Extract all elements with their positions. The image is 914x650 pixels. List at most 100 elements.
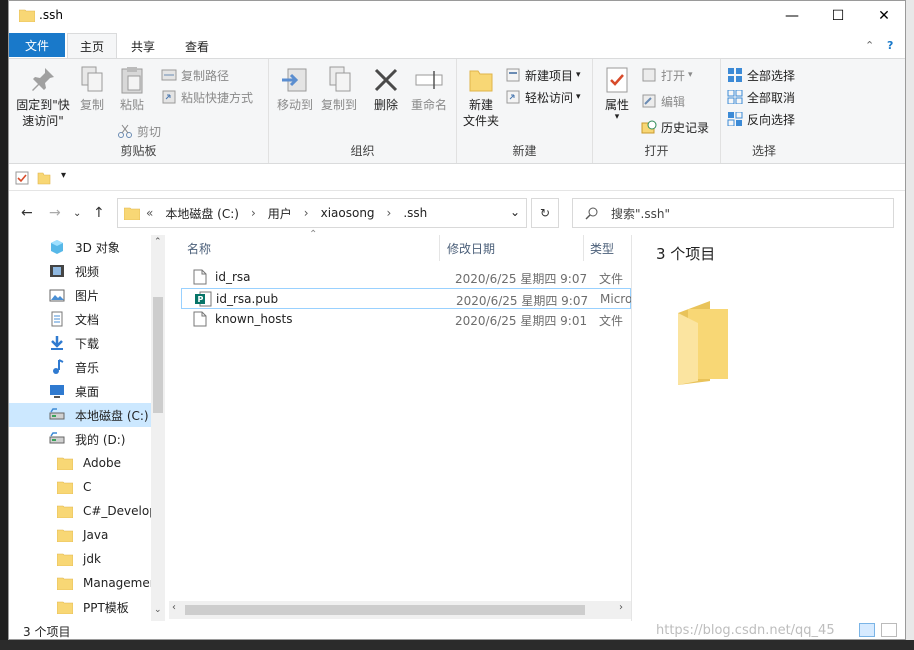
breadcrumb-ssh[interactable]: .ssh xyxy=(403,206,427,220)
help-icon[interactable]: ? xyxy=(887,39,893,52)
select-group-label: 选择 xyxy=(751,144,776,158)
nav-item-0[interactable]: 3D 对象 xyxy=(9,235,151,259)
column-header-modified[interactable]: 修改日期 xyxy=(447,235,495,261)
open-button[interactable]: 打开 ▾ xyxy=(641,65,693,85)
details-pane: 3 个项目 xyxy=(631,235,905,621)
ribbon: 固定到"快 速访问" 复制 粘贴 复制路径 粘贴快捷方式 剪切 剪贴板 移动到 … xyxy=(9,58,905,164)
address-bar[interactable]: « 本地磁盘 (C:) › 用户 › xiaosong › .ssh ⌄ xyxy=(117,198,527,228)
column-header-type[interactable]: 类型 xyxy=(590,235,614,261)
desktop-icon xyxy=(49,383,70,399)
scroll-left-icon[interactable]: ‹ xyxy=(172,602,176,613)
recent-locations-icon[interactable]: ⌄ xyxy=(73,208,81,219)
search-box[interactable]: 搜索".ssh" xyxy=(572,198,894,228)
nav-item-label: PPT模板 xyxy=(83,600,129,615)
file-row[interactable]: known_hosts 2020/6/25 星期四 9:01 文件 xyxy=(181,309,631,330)
select-none-button[interactable]: 全部取消 xyxy=(727,87,795,107)
nav-item-11[interactable]: C#_Develop xyxy=(9,499,151,523)
new-folder-button[interactable]: 新建 文件夹 xyxy=(463,65,499,129)
nav-item-5[interactable]: 音乐 xyxy=(9,355,151,379)
nav-item-10[interactable]: C xyxy=(9,475,151,499)
breadcrumb-users[interactable]: 用户 xyxy=(268,205,292,222)
nav-item-9[interactable]: Adobe xyxy=(9,451,151,475)
select-none-icon xyxy=(727,90,743,104)
nav-item-3[interactable]: 文档 xyxy=(9,307,151,331)
tab-share[interactable]: 共享 xyxy=(119,33,167,59)
collapse-ribbon-icon[interactable]: ⌃ xyxy=(865,39,874,52)
3d-objects-icon xyxy=(49,239,70,255)
file-name: id_rsa.pub xyxy=(216,292,279,306)
edit-button[interactable]: 编辑 xyxy=(641,91,685,111)
watermark: https://blog.csdn.net/qq_45 xyxy=(656,623,835,638)
paste-shortcut-button[interactable]: 粘贴快捷方式 xyxy=(161,87,253,107)
nav-scrollbar[interactable]: ⌃ ⌄ xyxy=(151,235,165,621)
refresh-button[interactable]: ↻ xyxy=(531,198,559,228)
column-divider[interactable] xyxy=(439,235,440,261)
nav-item-label: 本地磁盘 (C:) xyxy=(75,408,149,423)
tab-file[interactable]: 文件 xyxy=(9,33,65,57)
back-arrow-icon[interactable]: ← xyxy=(21,205,33,221)
breadcrumb-separator[interactable]: › xyxy=(251,206,256,220)
new-folder-icon[interactable] xyxy=(37,171,51,185)
maximize-button[interactable]: ☐ xyxy=(815,1,861,31)
scroll-up-icon[interactable]: ⌃ xyxy=(154,237,162,247)
details-view-icon[interactable] xyxy=(859,623,875,637)
move-to-button[interactable]: 移动到 xyxy=(275,65,315,113)
breadcrumb-user[interactable]: xiaosong xyxy=(321,206,375,220)
file-modified: 2020/6/25 星期四 9:07 xyxy=(455,272,588,286)
breadcrumb-drive[interactable]: 本地磁盘 (C:) xyxy=(165,205,239,222)
file-row[interactable]: Pid_rsa.pub 2020/6/25 星期四 9:07 Micros xyxy=(181,288,639,309)
tab-home[interactable]: 主页 xyxy=(67,33,118,59)
dropdown-arrow-icon: ▾ xyxy=(576,92,581,102)
large-icons-view-icon[interactable] xyxy=(881,623,897,637)
nav-item-4[interactable]: 下载 xyxy=(9,331,151,355)
nav-scrollbar-thumb[interactable] xyxy=(153,297,163,413)
folder-icon xyxy=(57,528,78,542)
chevron-down-icon[interactable]: ⌄ xyxy=(510,205,520,219)
nav-item-7[interactable]: 本地磁盘 (C:) xyxy=(9,403,151,427)
copy-button[interactable]: 复制 xyxy=(75,65,109,113)
column-header-name[interactable]: 名称 xyxy=(187,235,211,261)
rename-button[interactable]: 重命名 xyxy=(409,65,449,113)
title-bar[interactable]: .ssh — ☐ ✕ xyxy=(9,1,905,31)
copy-to-button[interactable]: 复制到 xyxy=(319,65,359,113)
nav-item-2[interactable]: 图片 xyxy=(9,283,151,307)
paste-button[interactable]: 粘贴 xyxy=(115,65,149,113)
history-button[interactable]: 历史记录 xyxy=(641,117,709,137)
nav-item-6[interactable]: 桌面 xyxy=(9,379,151,403)
invert-selection-button[interactable]: 反向选择 xyxy=(727,109,795,129)
history-icon xyxy=(641,120,657,134)
select-all-button[interactable]: 全部选择 xyxy=(727,65,795,85)
overflow-chevron-icon[interactable]: « xyxy=(146,206,153,220)
clipboard-group-label: 剪贴板 xyxy=(120,144,157,158)
scroll-down-icon[interactable]: ⌄ xyxy=(154,605,162,615)
forward-arrow-icon[interactable]: → xyxy=(49,205,61,221)
copy-path-button[interactable]: 复制路径 xyxy=(161,65,229,85)
minimize-button[interactable]: — xyxy=(769,1,815,31)
delete-icon xyxy=(374,68,398,92)
breadcrumb-separator[interactable]: › xyxy=(387,206,392,220)
properties-button[interactable]: 属性 ▾ xyxy=(599,65,635,122)
file-list-scrollbar[interactable]: ‹ › xyxy=(169,601,631,619)
new-item-button[interactable]: 新建项目 ▾ xyxy=(505,65,581,85)
nav-item-13[interactable]: jdk xyxy=(9,547,151,571)
easy-access-button[interactable]: 轻松访问 ▾ xyxy=(505,87,581,107)
pin-quick-access-button[interactable]: 固定到"快 速访问" xyxy=(15,65,71,129)
cut-button[interactable]: 剪切 xyxy=(117,121,161,141)
nav-item-14[interactable]: Managemer xyxy=(9,571,151,595)
file-row[interactable]: id_rsa 2020/6/25 星期四 9:07 文件 xyxy=(181,267,631,288)
nav-item-1[interactable]: 视频 xyxy=(9,259,151,283)
scroll-right-icon[interactable]: › xyxy=(619,602,623,613)
column-divider[interactable] xyxy=(583,235,584,261)
customize-toolbar-icon[interactable]: ▾ xyxy=(61,170,66,181)
up-arrow-icon[interactable]: ↑ xyxy=(93,205,105,221)
properties-icon[interactable] xyxy=(15,171,29,185)
file-list-scrollbar-thumb[interactable] xyxy=(185,605,585,615)
close-button[interactable]: ✕ xyxy=(861,1,905,31)
nav-item-8[interactable]: 我的 (D:) xyxy=(9,427,151,451)
nav-item-15[interactable]: PPT模板 xyxy=(9,595,151,619)
nav-item-12[interactable]: Java xyxy=(9,523,151,547)
delete-button[interactable]: 删除 xyxy=(371,65,401,113)
file-modified: 2020/6/25 星期四 9:07 xyxy=(456,294,589,308)
tab-view[interactable]: 查看 xyxy=(173,33,221,59)
breadcrumb-separator[interactable]: › xyxy=(304,206,309,220)
